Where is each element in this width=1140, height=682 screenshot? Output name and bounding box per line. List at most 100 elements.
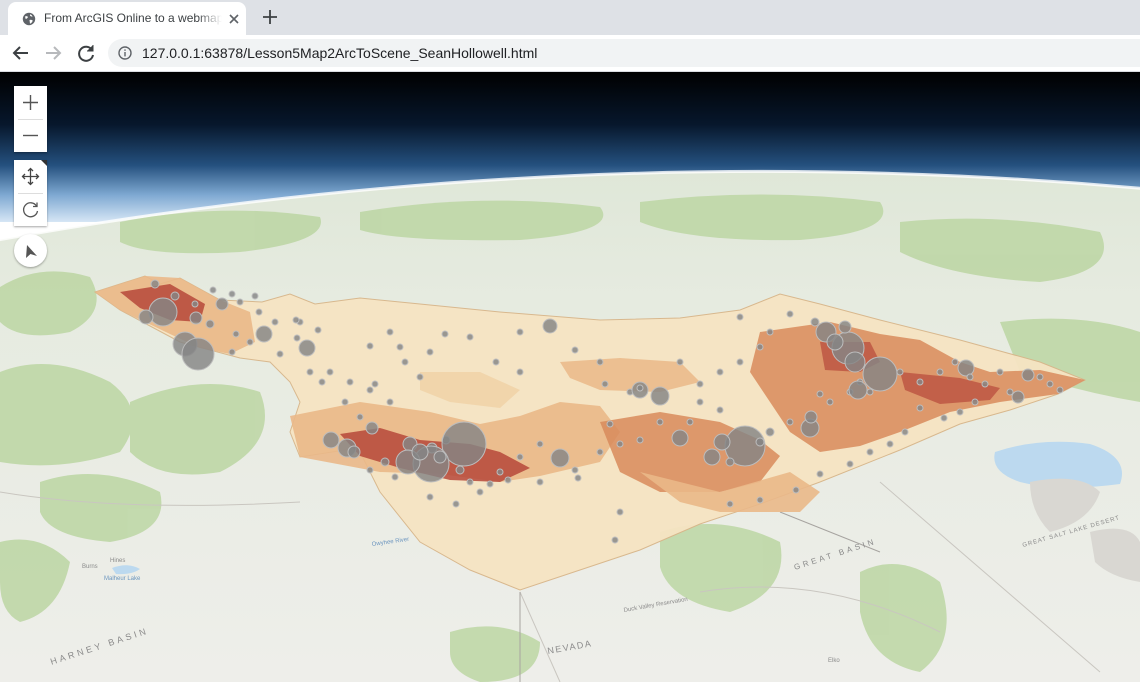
point-symbol[interactable] xyxy=(150,279,160,289)
point-symbol[interactable] xyxy=(866,388,874,396)
point-symbol[interactable] xyxy=(725,457,735,467)
point-symbol[interactable] xyxy=(189,311,203,325)
point-symbol[interactable] xyxy=(228,348,236,356)
point-symbol[interactable] xyxy=(496,468,504,476)
point-symbol[interactable] xyxy=(703,448,721,466)
point-symbol[interactable] xyxy=(433,450,447,464)
point-symbol[interactable] xyxy=(215,297,229,311)
point-symbol[interactable] xyxy=(792,486,800,494)
point-symbol[interactable] xyxy=(298,339,316,357)
point-symbol[interactable] xyxy=(844,351,866,373)
point-symbol[interactable] xyxy=(292,316,300,324)
point-symbol[interactable] xyxy=(896,368,904,376)
point-symbol[interactable] xyxy=(1011,390,1025,404)
point-symbol[interactable] xyxy=(466,333,474,341)
compass-button[interactable] xyxy=(14,234,47,267)
close-icon[interactable] xyxy=(226,11,242,27)
point-symbol[interactable] xyxy=(536,478,544,486)
point-symbol[interactable] xyxy=(516,328,524,336)
point-symbol[interactable] xyxy=(966,373,974,381)
point-symbol[interactable] xyxy=(246,338,254,346)
point-symbol[interactable] xyxy=(940,414,948,422)
point-symbol[interactable] xyxy=(366,466,374,474)
point-symbol[interactable] xyxy=(314,326,322,334)
point-symbol[interactable] xyxy=(416,373,424,381)
address-bar[interactable]: 127.0.0.1:63878/Lesson5Map2ArcToScene_Se… xyxy=(108,39,1140,67)
point-symbol[interactable] xyxy=(391,473,399,481)
point-symbol[interactable] xyxy=(916,378,924,386)
point-symbol[interactable] xyxy=(816,390,824,398)
point-symbol[interactable] xyxy=(571,346,579,354)
point-symbol[interactable] xyxy=(786,418,794,426)
point-symbol[interactable] xyxy=(346,378,354,386)
point-symbol[interactable] xyxy=(476,488,484,496)
back-button[interactable] xyxy=(9,41,33,65)
point-symbol[interactable] xyxy=(181,337,215,371)
point-symbol[interactable] xyxy=(386,398,394,406)
point-symbol[interactable] xyxy=(636,436,644,444)
point-symbol[interactable] xyxy=(866,448,874,456)
point-symbol[interactable] xyxy=(148,297,178,327)
point-symbol[interactable] xyxy=(396,343,404,351)
scene-view[interactable]: NEVADA HARNEY BASIN GREAT BASIN GREAT SA… xyxy=(0,72,1140,682)
point-symbol[interactable] xyxy=(716,368,724,376)
point-symbol[interactable] xyxy=(205,319,215,329)
point-symbol[interactable] xyxy=(936,368,944,376)
point-symbol[interactable] xyxy=(956,408,964,416)
point-symbol[interactable] xyxy=(826,333,844,351)
point-symbol[interactable] xyxy=(1036,373,1044,381)
point-symbol[interactable] xyxy=(656,418,664,426)
point-symbol[interactable] xyxy=(650,386,670,406)
point-symbol[interactable] xyxy=(862,356,898,392)
point-symbol[interactable] xyxy=(696,380,704,388)
point-symbol[interactable] xyxy=(816,470,824,478)
point-symbol[interactable] xyxy=(191,300,199,308)
point-symbol[interactable] xyxy=(951,358,959,366)
point-symbol[interactable] xyxy=(766,328,774,336)
point-symbol[interactable] xyxy=(726,500,734,508)
point-symbol[interactable] xyxy=(838,320,852,334)
point-symbol[interactable] xyxy=(574,474,582,482)
point-symbol[interactable] xyxy=(486,480,494,488)
browser-tab[interactable]: From ArcGIS Online to a webmap xyxy=(8,2,246,35)
point-symbol[interactable] xyxy=(616,508,624,516)
point-symbol[interactable] xyxy=(276,350,284,358)
point-symbol[interactable] xyxy=(255,325,273,343)
point-symbol[interactable] xyxy=(452,500,460,508)
point-symbol[interactable] xyxy=(236,298,244,306)
point-symbol[interactable] xyxy=(996,368,1004,376)
point-symbol[interactable] xyxy=(516,368,524,376)
point-symbol[interactable] xyxy=(846,460,854,468)
point-symbol[interactable] xyxy=(696,398,704,406)
point-symbol[interactable] xyxy=(676,358,684,366)
point-symbol[interactable] xyxy=(810,317,820,327)
forward-button[interactable] xyxy=(41,41,65,65)
point-symbol[interactable] xyxy=(293,334,301,342)
point-symbol[interactable] xyxy=(411,443,429,461)
rotate-button[interactable] xyxy=(14,193,47,226)
point-symbol[interactable] xyxy=(1006,388,1014,396)
point-symbol[interactable] xyxy=(981,380,989,388)
zoom-in-button[interactable] xyxy=(14,86,47,119)
point-symbol[interactable] xyxy=(601,380,609,388)
point-symbol[interactable] xyxy=(1056,386,1064,394)
point-symbol[interactable] xyxy=(504,476,512,484)
point-symbol[interactable] xyxy=(571,466,579,474)
point-symbol[interactable] xyxy=(886,440,894,448)
point-symbol[interactable] xyxy=(401,358,409,366)
point-symbol[interactable] xyxy=(318,378,326,386)
zoom-out-button[interactable] xyxy=(14,119,47,152)
globe-scene[interactable]: NEVADA HARNEY BASIN GREAT BASIN GREAT SA… xyxy=(0,72,1140,682)
point-symbol[interactable] xyxy=(366,342,374,350)
point-symbol[interactable] xyxy=(516,453,524,461)
point-symbol[interactable] xyxy=(596,448,604,456)
point-symbol[interactable] xyxy=(251,292,259,300)
point-symbol[interactable] xyxy=(326,368,334,376)
point-symbol[interactable] xyxy=(228,290,236,298)
point-symbol[interactable] xyxy=(306,368,314,376)
point-symbol[interactable] xyxy=(536,440,544,448)
point-symbol[interactable] xyxy=(550,448,570,468)
point-symbol[interactable] xyxy=(786,310,794,318)
point-symbol[interactable] xyxy=(232,330,240,338)
point-symbol[interactable] xyxy=(756,496,764,504)
